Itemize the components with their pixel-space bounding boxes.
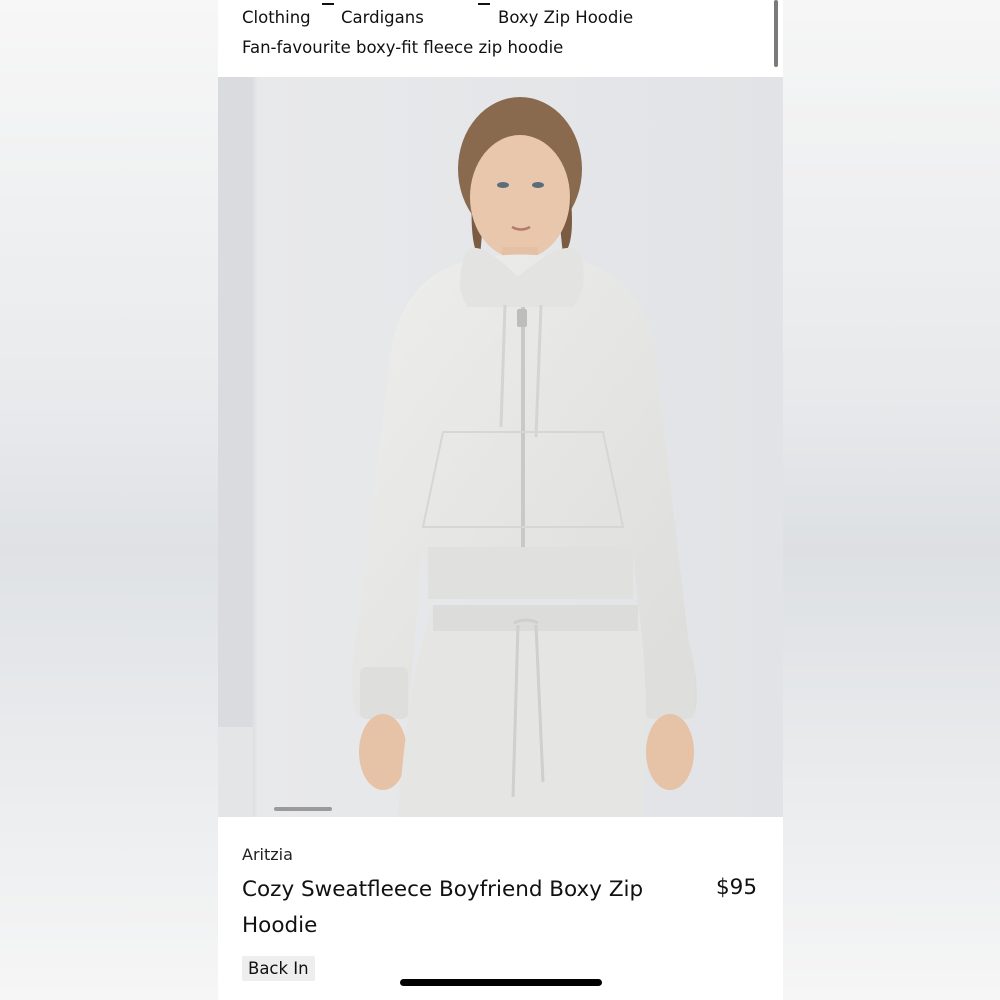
phone-screen: Clothing Cardigans Boxy Zip Hoodie Fan-f… xyxy=(218,0,783,1000)
back-in-badge: Back In xyxy=(242,956,315,981)
breadcrumb-separator xyxy=(478,3,490,5)
brand-name[interactable]: Aritzia xyxy=(242,845,293,864)
product-tagline: Fan-favourite boxy-fit fleece zip hoodie xyxy=(242,38,564,57)
breadcrumb-cardigans[interactable]: Cardigans xyxy=(341,8,424,27)
product-price: $95 xyxy=(716,875,758,900)
right-backdrop xyxy=(783,0,1000,1000)
home-indicator[interactable] xyxy=(400,979,602,986)
breadcrumb-separator xyxy=(322,3,334,5)
breadcrumb-current: Boxy Zip Hoodie xyxy=(498,8,634,27)
scrollbar[interactable] xyxy=(774,0,778,67)
carousel-indicator[interactable] xyxy=(274,807,332,811)
breadcrumb-clothing[interactable]: Clothing xyxy=(242,8,311,27)
product-title: Cozy Sweatfleece Boyfriend Boxy Zip Hood… xyxy=(242,877,644,938)
page-header: Clothing Cardigans Boxy Zip Hoodie Fan-f… xyxy=(218,0,783,77)
product-image[interactable] xyxy=(218,77,783,817)
left-backdrop xyxy=(0,0,218,1000)
